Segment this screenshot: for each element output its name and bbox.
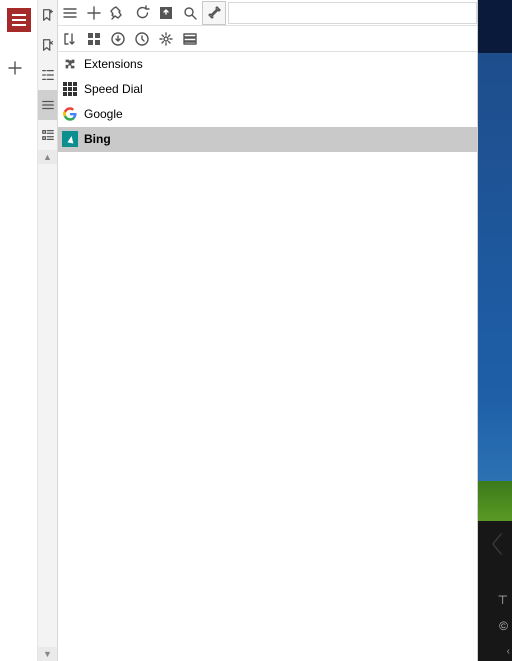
bookmark-row-google[interactable]: Google bbox=[58, 102, 477, 127]
pin-button[interactable] bbox=[106, 1, 130, 25]
bookmark-label: Google bbox=[84, 107, 123, 121]
sort-button[interactable] bbox=[58, 27, 82, 51]
panel-side-strip: ▲ ▼ bbox=[38, 0, 58, 661]
bookmarks-panel: ▲ ▼ bbox=[38, 0, 478, 661]
settings-button[interactable] bbox=[202, 1, 226, 25]
panel-toolbar-1 bbox=[58, 0, 477, 26]
rows-button[interactable] bbox=[178, 27, 202, 51]
add-button[interactable] bbox=[82, 1, 106, 25]
main-menu-button[interactable] bbox=[7, 8, 31, 32]
import-button[interactable] bbox=[154, 1, 178, 25]
google-icon bbox=[62, 106, 78, 122]
list-view-icon[interactable] bbox=[38, 90, 57, 120]
remove-bookmark-icon[interactable] bbox=[38, 30, 57, 60]
bookmark-label: Bing bbox=[84, 132, 111, 146]
search-input[interactable] bbox=[228, 2, 477, 24]
grid-icon bbox=[62, 81, 78, 97]
bookmark-row-extensions[interactable]: Extensions bbox=[58, 52, 477, 77]
tree-view-icon[interactable] bbox=[38, 60, 57, 90]
layout-button[interactable] bbox=[82, 27, 106, 51]
app-rail bbox=[0, 0, 38, 661]
panel-main: Extensions Speed Dial Google bbox=[58, 0, 477, 661]
add-bookmark-icon[interactable] bbox=[38, 0, 57, 30]
bookmark-row-bing[interactable]: Bing bbox=[58, 127, 477, 152]
top-symbol: ⊤ bbox=[498, 593, 508, 607]
copyright-symbol: © bbox=[499, 619, 508, 633]
puzzle-icon bbox=[62, 56, 78, 72]
bookmark-label: Speed Dial bbox=[84, 82, 143, 96]
search-button[interactable] bbox=[178, 1, 202, 25]
panel-toolbar-2 bbox=[58, 26, 477, 52]
history-button[interactable] bbox=[130, 27, 154, 51]
carousel-prev-icon[interactable] bbox=[488, 530, 506, 561]
reload-button[interactable] bbox=[130, 1, 154, 25]
bookmarks-list: Extensions Speed Dial Google bbox=[58, 52, 477, 661]
new-tab-button[interactable] bbox=[7, 60, 31, 79]
bookmark-label: Extensions bbox=[84, 57, 143, 71]
manage-button[interactable] bbox=[154, 27, 178, 51]
view-button[interactable] bbox=[58, 1, 82, 25]
bing-icon bbox=[62, 131, 78, 147]
downloads-button[interactable] bbox=[106, 27, 130, 51]
chevron-left-icon[interactable]: ‹ bbox=[507, 646, 510, 657]
background-page-sliver: ⊤ © ‹ bbox=[478, 0, 512, 661]
details-view-icon[interactable] bbox=[38, 120, 57, 150]
strip-scroll-up[interactable]: ▲ bbox=[38, 150, 57, 164]
bookmark-row-speed-dial[interactable]: Speed Dial bbox=[58, 77, 477, 102]
strip-scroll-down[interactable]: ▼ bbox=[38, 647, 57, 661]
